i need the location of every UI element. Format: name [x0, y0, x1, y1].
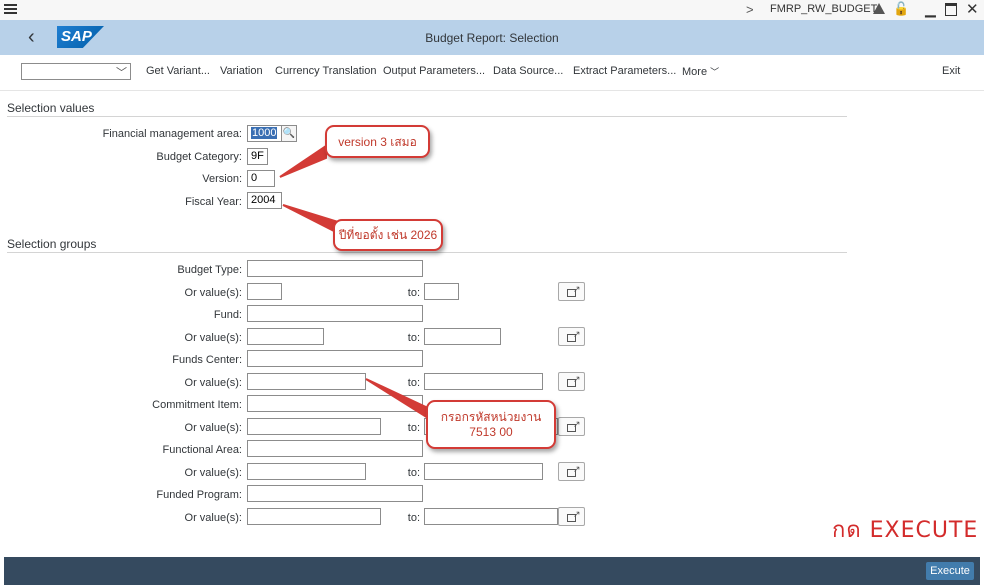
annotation-arrows — [279, 144, 429, 420]
version-callout: version 3 เสมอ — [325, 125, 430, 158]
callout-line: กรอกรหัสหน่วยงาน — [440, 410, 542, 424]
fiscal-year-callout: ปีที่ขอตั้ง เช่น 2026 — [333, 219, 443, 251]
callout-line: 7513 00 — [469, 425, 513, 439]
funds-center-callout: กรอกรหัสหน่วยงาน 7513 00 — [426, 400, 556, 449]
execute-note: กด EXECUTE — [832, 518, 979, 543]
footer-bar: Execute — [4, 557, 980, 585]
execute-button[interactable]: Execute — [926, 562, 974, 580]
